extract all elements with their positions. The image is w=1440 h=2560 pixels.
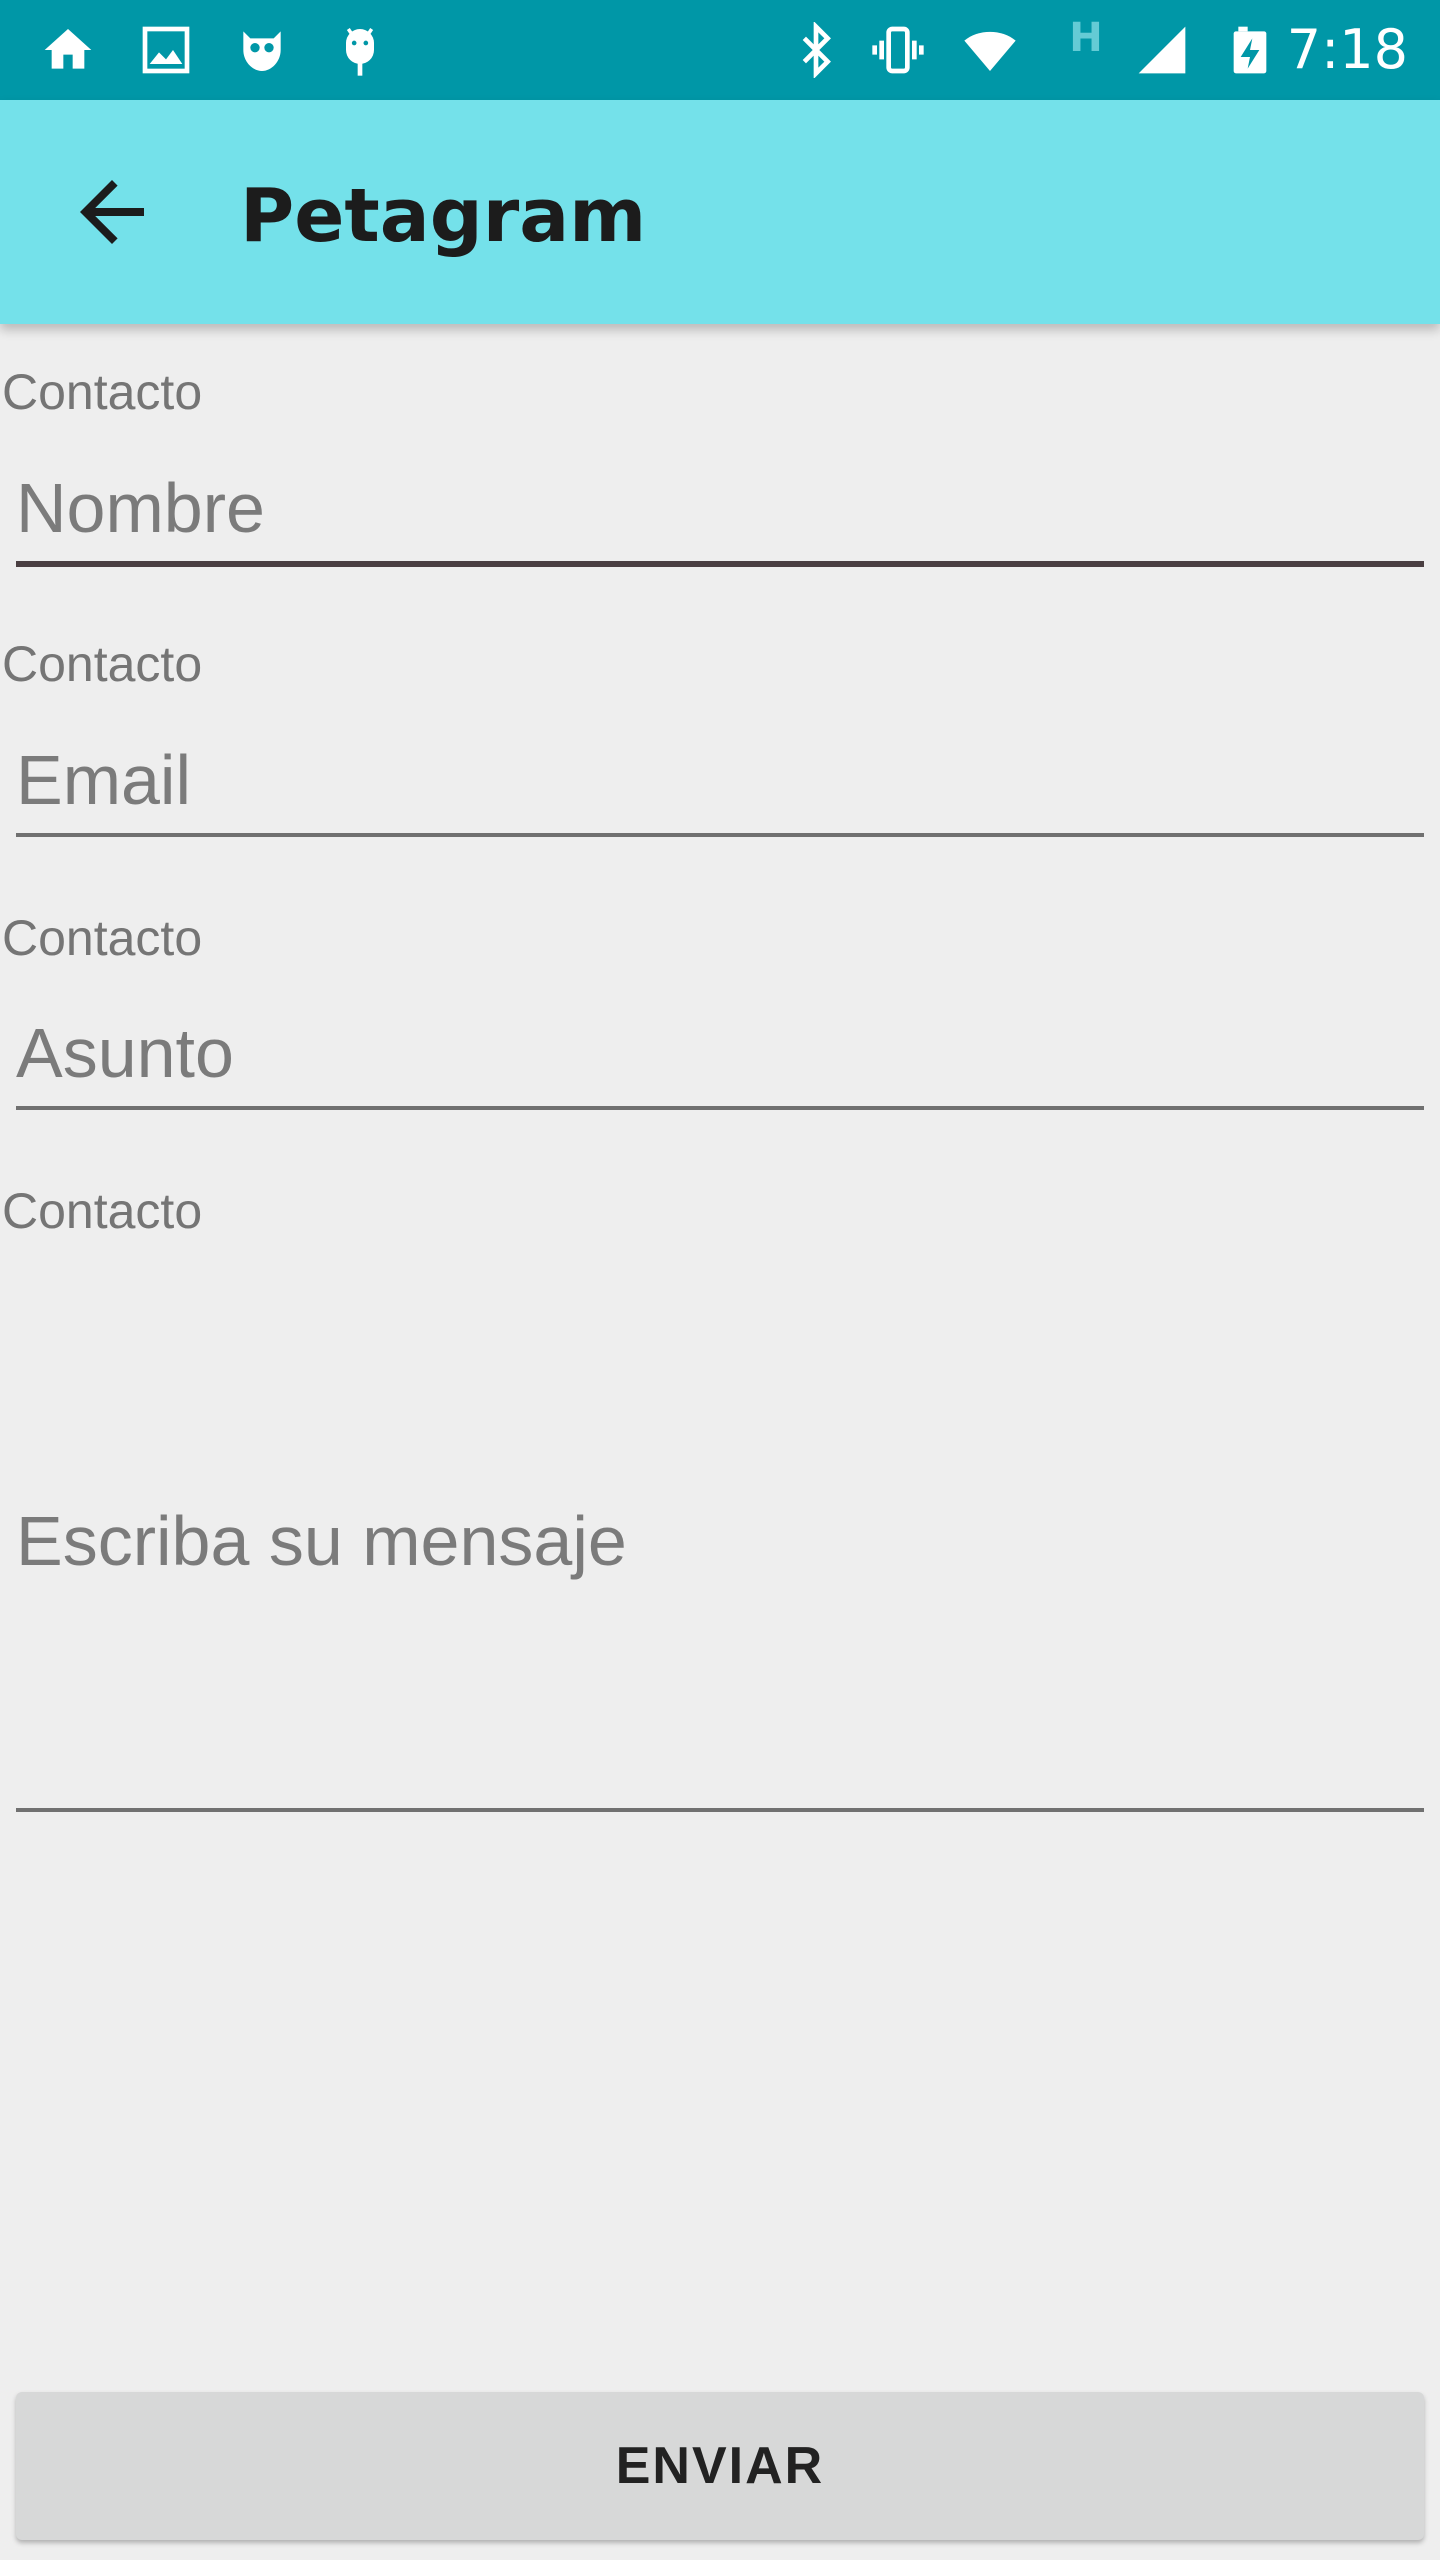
message-field-label: Contacto	[2, 1183, 203, 1239]
back-button[interactable]	[64, 164, 160, 260]
vibrate-icon	[870, 22, 926, 78]
app-bar	[0, 100, 1440, 324]
subject-input-underline	[16, 1106, 1424, 1110]
battery-charging-icon	[1222, 22, 1278, 78]
status-time: 7:18	[1286, 18, 1408, 81]
owl-icon	[234, 22, 290, 78]
message-input-underline	[16, 1808, 1424, 1812]
email-input[interactable]	[16, 732, 1424, 828]
subject-field-label: Contacto	[2, 910, 203, 966]
home-icon	[40, 22, 96, 78]
bluetooth-icon	[788, 22, 844, 78]
email-input-underline	[16, 833, 1424, 837]
name-input-underline	[16, 561, 1424, 567]
subject-input[interactable]	[16, 1005, 1424, 1101]
gallery-icon	[138, 22, 194, 78]
name-input[interactable]	[16, 460, 1424, 556]
page-title: Petagram	[240, 173, 647, 259]
message-textarea[interactable]	[16, 1496, 1424, 1596]
name-field-label: Contacto	[2, 364, 203, 420]
signal-icon	[1134, 22, 1190, 78]
status-bar: H 7:18	[0, 0, 1440, 100]
arrow-left-icon	[80, 180, 144, 244]
android-icon	[332, 22, 388, 78]
network-type-label: H	[1069, 15, 1103, 61]
wifi-icon	[962, 22, 1018, 78]
send-button[interactable]: ENVIAR	[16, 2392, 1424, 2540]
email-field-label: Contacto	[2, 636, 203, 692]
